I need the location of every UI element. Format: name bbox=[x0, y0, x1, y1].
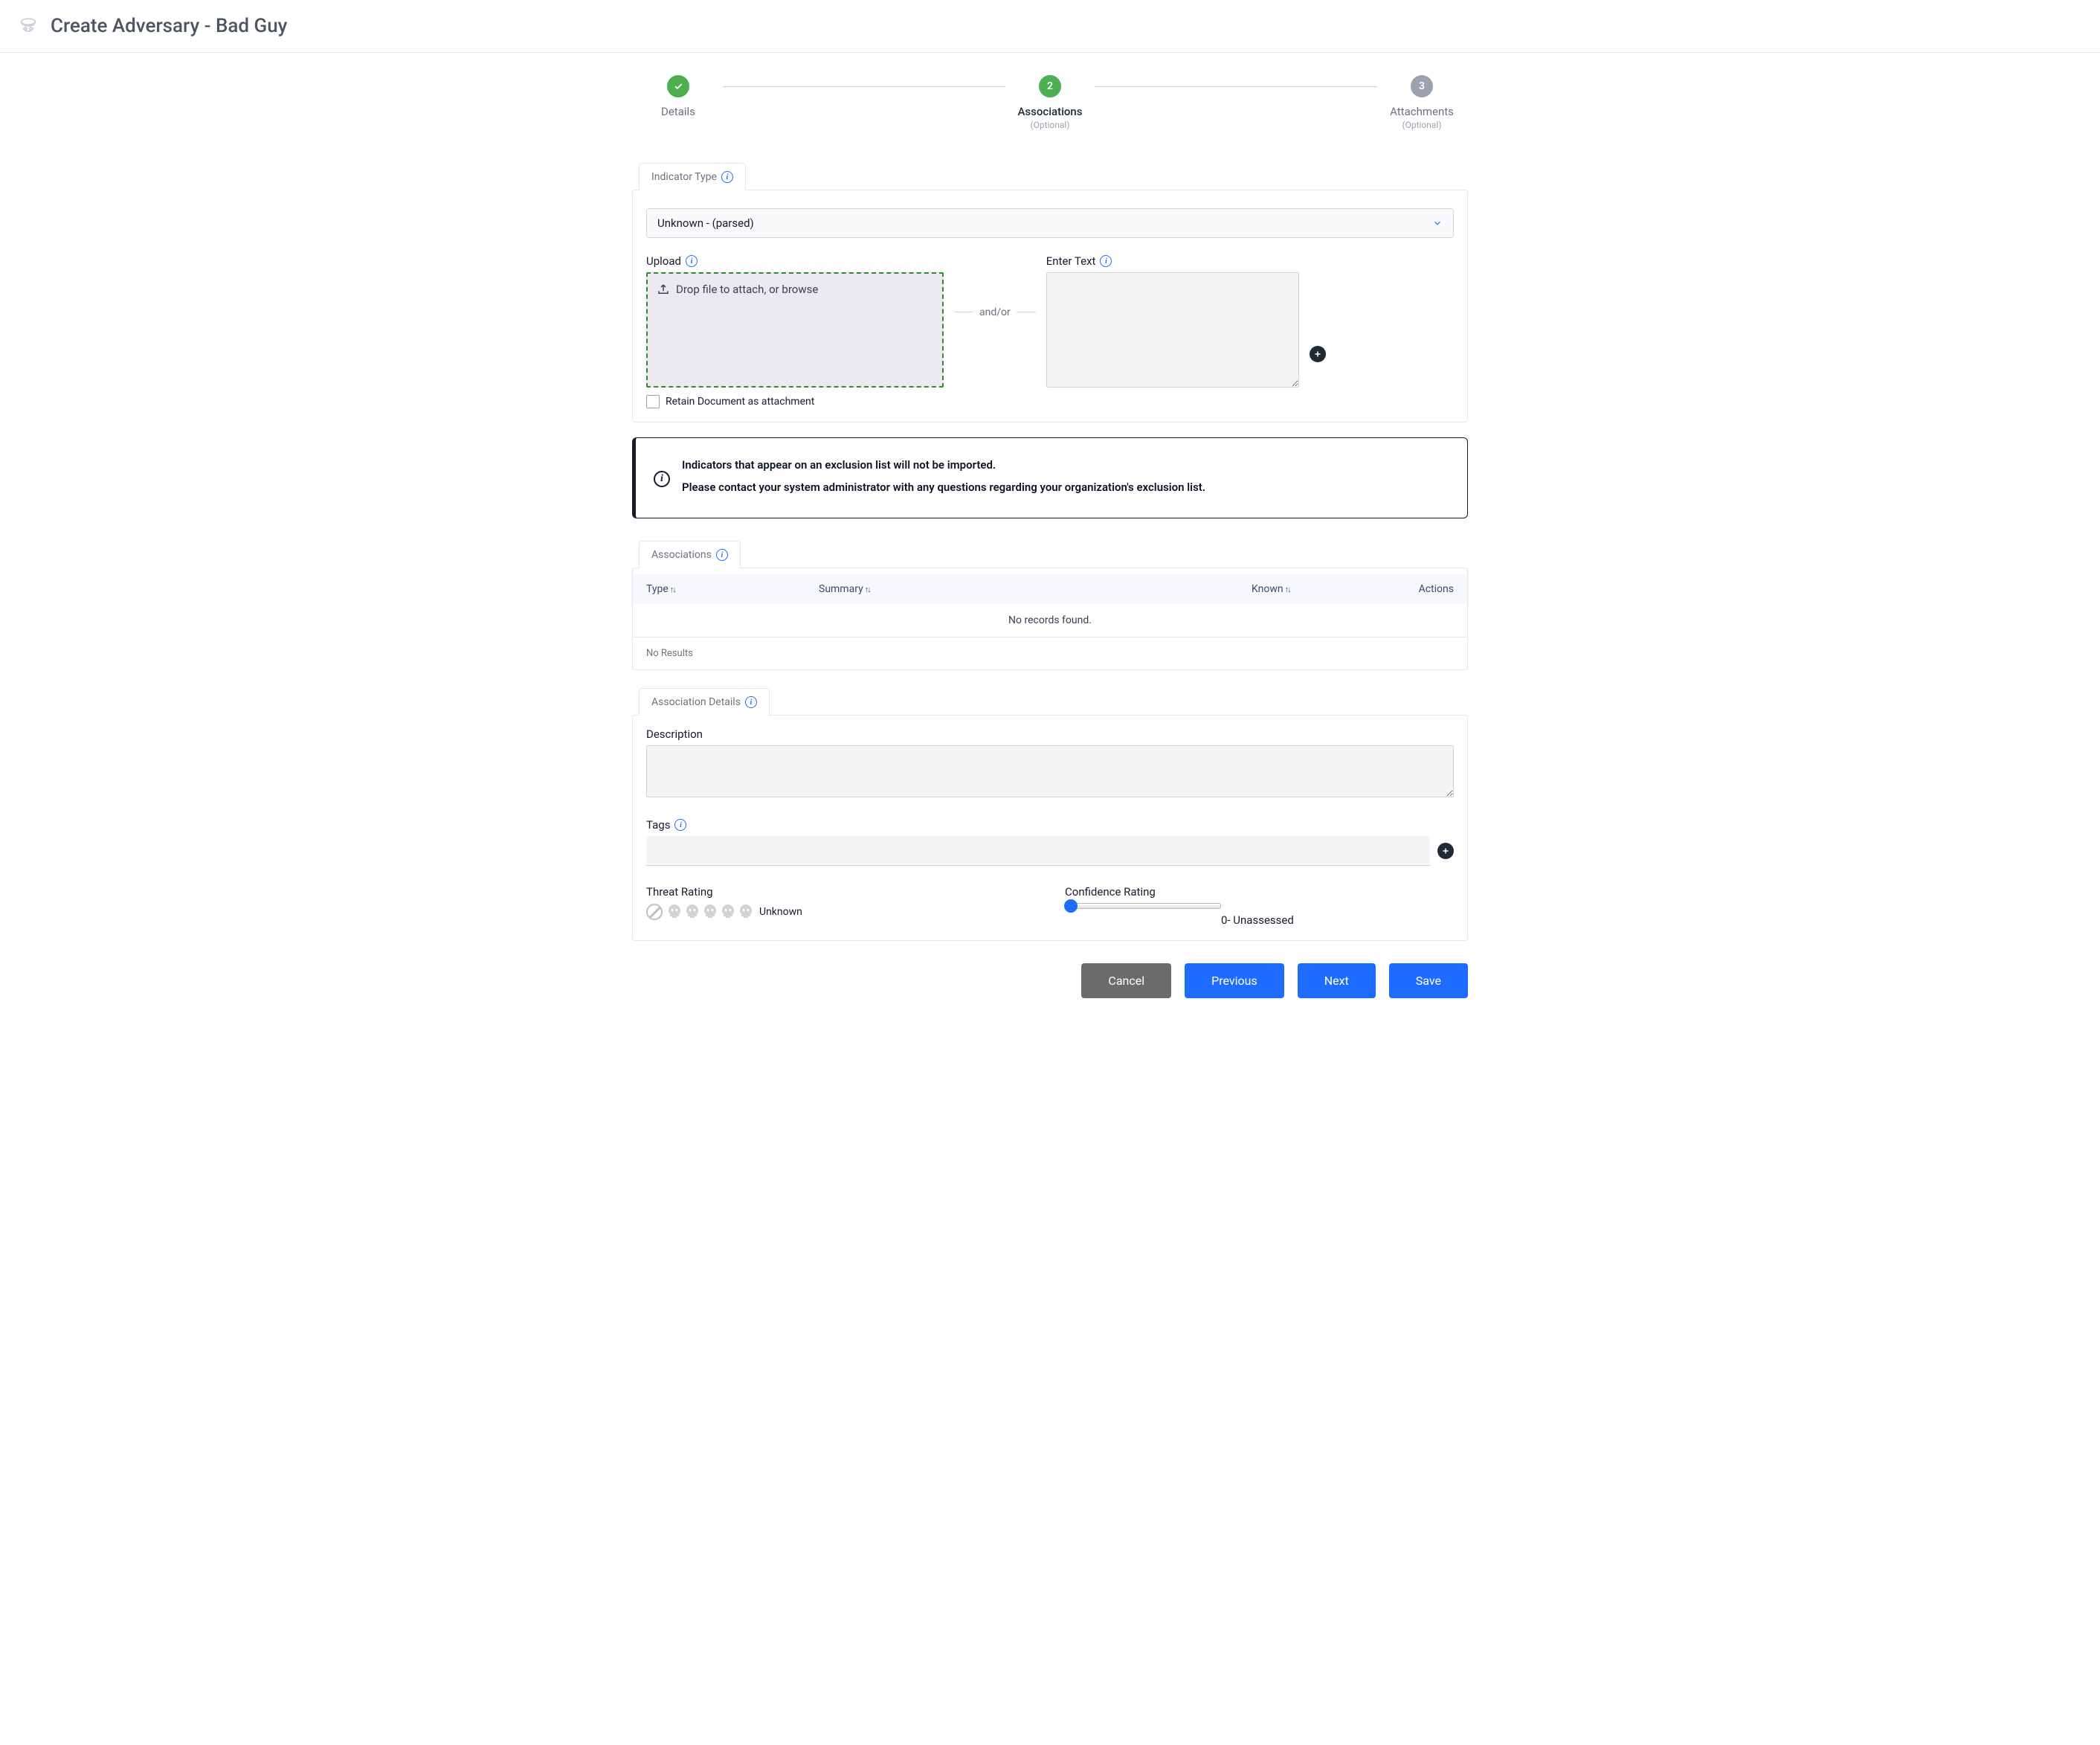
step-label: Associations bbox=[1017, 105, 1082, 118]
info-icon[interactable]: i bbox=[721, 171, 733, 183]
association-details-tab: Association Details i bbox=[639, 688, 770, 716]
info-icon[interactable]: i bbox=[1100, 255, 1112, 267]
table-header: Type↑↓ Summary↑↓ Known↑↓ Actions bbox=[633, 574, 1467, 604]
slider-thumb[interactable] bbox=[1064, 899, 1078, 913]
indicator-type-tab: Indicator Type i bbox=[639, 163, 746, 190]
and-or-separator: and/or bbox=[954, 254, 1036, 370]
footer-buttons: Cancel Previous Next Save bbox=[625, 963, 1475, 998]
step-associations[interactable]: 2 Associations (Optional) bbox=[1005, 75, 1095, 130]
step-connector bbox=[723, 86, 1005, 87]
tags-input[interactable] bbox=[646, 836, 1430, 866]
threat-rating-label: Threat Rating bbox=[646, 885, 1035, 899]
skull-icon bbox=[683, 903, 701, 921]
tags-label: Tags i bbox=[646, 818, 1454, 832]
associations-tab: Associations i bbox=[639, 541, 741, 568]
threat-rating-control[interactable]: Unknown bbox=[646, 903, 1035, 921]
skull-icon bbox=[701, 903, 719, 921]
col-summary[interactable]: Summary↑↓ bbox=[819, 583, 1243, 595]
sort-icon: ↑↓ bbox=[1285, 585, 1290, 594]
step-label: Details bbox=[661, 105, 695, 118]
upload-label: Upload i bbox=[646, 254, 944, 268]
table-empty: No records found. bbox=[633, 604, 1467, 637]
description-input[interactable] bbox=[646, 745, 1454, 797]
sort-icon: ↑↓ bbox=[670, 585, 675, 594]
info-icon[interactable]: i bbox=[686, 255, 698, 267]
info-icon: i bbox=[654, 471, 670, 487]
previous-button[interactable]: Previous bbox=[1185, 963, 1284, 998]
association-details-card: Association Details i Description Tags i bbox=[632, 715, 1468, 941]
enter-text-input[interactable] bbox=[1046, 272, 1299, 388]
page-title: Create Adversary - Bad Guy bbox=[51, 15, 287, 37]
table-noresults: No Results bbox=[633, 637, 1467, 669]
skull-icon bbox=[737, 903, 755, 921]
add-button[interactable] bbox=[1310, 346, 1326, 362]
next-button[interactable]: Next bbox=[1298, 963, 1376, 998]
step-optional: (Optional) bbox=[1402, 120, 1441, 130]
drop-text: Drop file to attach, or browse bbox=[676, 283, 818, 296]
chevron-down-icon bbox=[1432, 218, 1443, 228]
enter-text-label: Enter Text i bbox=[1046, 254, 1299, 268]
associations-card: Associations i Type↑↓ Summary↑↓ Known↑↓ … bbox=[632, 568, 1468, 670]
exclusion-notice: i Indicators that appear on an exclusion… bbox=[632, 437, 1468, 518]
check-icon bbox=[667, 75, 689, 97]
upload-icon bbox=[657, 283, 670, 296]
step-optional: (Optional) bbox=[1030, 120, 1069, 130]
tab-label: Associations bbox=[651, 549, 712, 561]
description-label: Description bbox=[646, 727, 1454, 741]
step-label: Attachments bbox=[1390, 105, 1454, 118]
confidence-slider[interactable] bbox=[1065, 903, 1221, 909]
notice-line: Indicators that appear on an exclusion l… bbox=[682, 456, 1205, 475]
info-icon[interactable]: i bbox=[716, 549, 728, 561]
col-type[interactable]: Type↑↓ bbox=[646, 583, 810, 595]
file-dropzone[interactable]: Drop file to attach, or browse bbox=[646, 272, 944, 388]
add-tag-button[interactable] bbox=[1437, 843, 1454, 859]
tab-label: Indicator Type bbox=[651, 171, 717, 183]
indicator-type-card: Indicator Type i Unknown - (parsed) Uplo… bbox=[632, 190, 1468, 422]
save-button[interactable]: Save bbox=[1389, 963, 1468, 998]
info-icon[interactable]: i bbox=[674, 819, 686, 831]
step-attachments[interactable]: 3 Attachments (Optional) bbox=[1377, 75, 1466, 130]
step-connector bbox=[1095, 86, 1377, 87]
retain-label: Retain Document as attachment bbox=[666, 396, 814, 408]
sort-icon: ↑↓ bbox=[865, 585, 870, 594]
select-value: Unknown - (parsed) bbox=[657, 216, 754, 230]
no-rating-icon bbox=[646, 904, 663, 920]
col-known[interactable]: Known↑↓ bbox=[1252, 583, 1371, 595]
step-number: 3 bbox=[1411, 75, 1433, 97]
skull-icon bbox=[719, 903, 737, 921]
threat-value: Unknown bbox=[759, 906, 802, 918]
adversary-icon bbox=[18, 16, 39, 36]
notice-line: Please contact your system administrator… bbox=[682, 478, 1205, 498]
retain-checkbox[interactable] bbox=[646, 395, 660, 408]
confidence-rating-label: Confidence Rating bbox=[1065, 885, 1454, 899]
confidence-value: 0- Unassessed bbox=[1221, 913, 1454, 927]
indicator-type-select[interactable]: Unknown - (parsed) bbox=[646, 208, 1454, 238]
col-actions: Actions bbox=[1379, 583, 1454, 595]
stepper: Details 2 Associations (Optional) 3 Atta… bbox=[0, 53, 2100, 145]
tab-label: Association Details bbox=[651, 696, 741, 708]
step-number: 2 bbox=[1039, 75, 1061, 97]
step-details[interactable]: Details bbox=[634, 75, 723, 118]
page-header: Create Adversary - Bad Guy bbox=[0, 0, 2100, 53]
cancel-button[interactable]: Cancel bbox=[1081, 963, 1171, 998]
skull-icon bbox=[666, 903, 683, 921]
info-icon[interactable]: i bbox=[745, 696, 757, 708]
